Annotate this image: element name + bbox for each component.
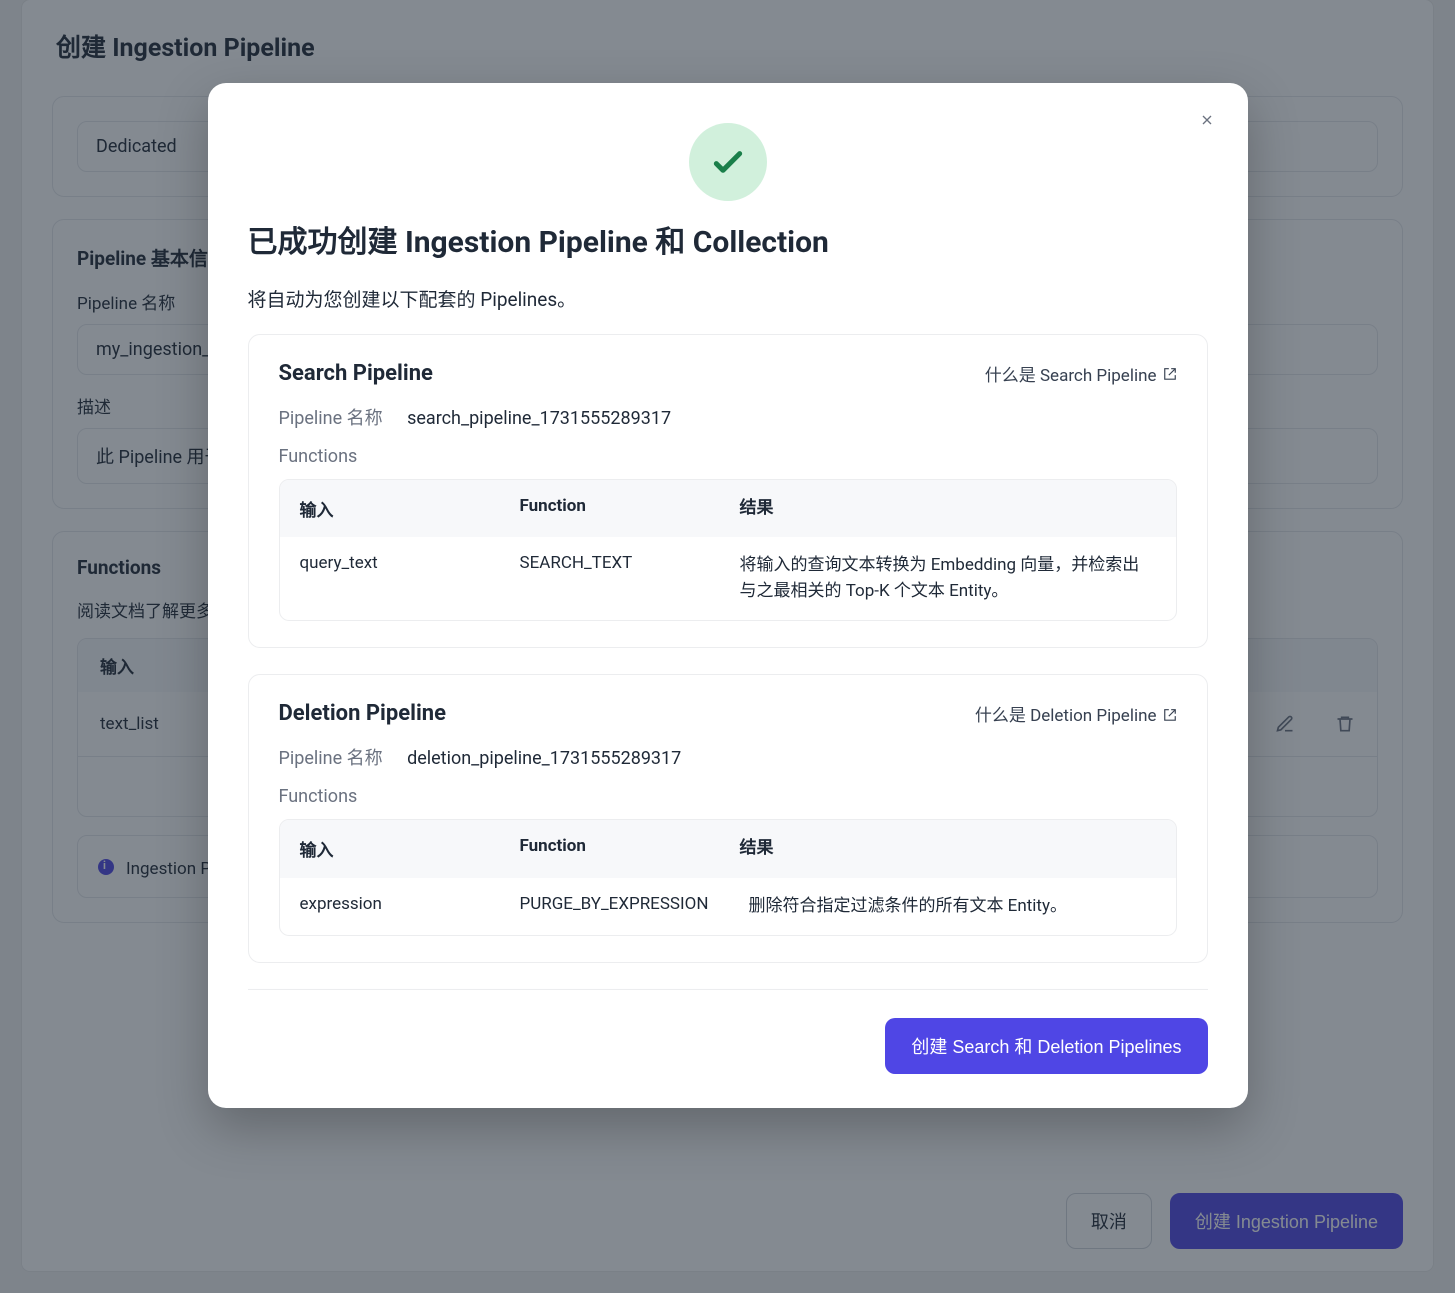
name-key: Pipeline 名称 (279, 748, 383, 769)
search-functions-table: 输入 Function 结果 query_text SEARCH_TEXT 将输… (279, 478, 1177, 621)
deletion-name-row: Pipeline 名称 deletion_pipeline_1731555289… (279, 744, 1177, 770)
table-header: 输入 Function 结果 (280, 820, 1176, 878)
cell-function: PURGE_BY_EXPRESSION (500, 877, 729, 935)
th-result: 结果 (720, 820, 1176, 878)
th-input: 输入 (280, 820, 500, 878)
name-key: Pipeline 名称 (279, 407, 383, 428)
functions-label: Functions (279, 445, 1177, 466)
search-help-link[interactable]: 什么是 Search Pipeline (985, 360, 1177, 385)
deletion-pipeline-card: Deletion Pipeline 什么是 Deletion Pipeline … (248, 674, 1208, 963)
cell-function: SEARCH_TEXT (500, 537, 720, 620)
modal-footer: 创建 Search 和 Deletion Pipelines (248, 989, 1208, 1074)
table-header: 输入 Function 结果 (280, 479, 1176, 537)
search-pipeline-card: Search Pipeline 什么是 Search Pipeline Pipe… (248, 333, 1208, 648)
th-function: Function (500, 479, 720, 537)
deletion-help-link[interactable]: 什么是 Deletion Pipeline (975, 701, 1177, 726)
cell-result: 将输入的查询文本转换为 Embedding 向量，并检索出与之最相关的 Top-… (720, 537, 1176, 620)
deletion-heading: Deletion Pipeline (279, 701, 446, 726)
deletion-name-value: deletion_pipeline_1731555289317 (407, 748, 681, 769)
create-search-deletion-button[interactable]: 创建 Search 和 Deletion Pipelines (885, 1018, 1207, 1074)
functions-label: Functions (279, 786, 1177, 807)
external-link-icon (1163, 366, 1177, 380)
th-result: 结果 (720, 479, 1176, 537)
cell-input: expression (280, 877, 500, 935)
external-link-icon (1163, 706, 1177, 720)
close-icon[interactable] (1196, 108, 1218, 130)
deletion-functions-table: 输入 Function 结果 expression PURGE_BY_EXPRE… (279, 819, 1177, 936)
cell-result: 删除符合指定过滤条件的所有文本 Entity。 (728, 877, 1175, 935)
modal-title: 已成功创建 Ingestion Pipeline 和 Collection (248, 216, 1208, 260)
search-help-text: 什么是 Search Pipeline (985, 360, 1157, 385)
table-row: query_text SEARCH_TEXT 将输入的查询文本转换为 Embed… (280, 537, 1176, 620)
search-name-value: search_pipeline_1731555289317 (407, 407, 671, 428)
search-heading: Search Pipeline (279, 360, 433, 385)
deletion-help-text: 什么是 Deletion Pipeline (975, 701, 1157, 726)
success-check-icon (689, 122, 767, 200)
cell-input: query_text (280, 537, 500, 620)
th-input: 输入 (280, 479, 500, 537)
modal-subtitle: 将自动为您创建以下配套的 Pipelines。 (248, 284, 1208, 311)
success-modal: 已成功创建 Ingestion Pipeline 和 Collection 将自… (208, 82, 1248, 1108)
table-row: expression PURGE_BY_EXPRESSION 删除符合指定过滤条… (280, 877, 1176, 935)
th-function: Function (500, 820, 720, 878)
search-name-row: Pipeline 名称 search_pipeline_173155528931… (279, 403, 1177, 429)
